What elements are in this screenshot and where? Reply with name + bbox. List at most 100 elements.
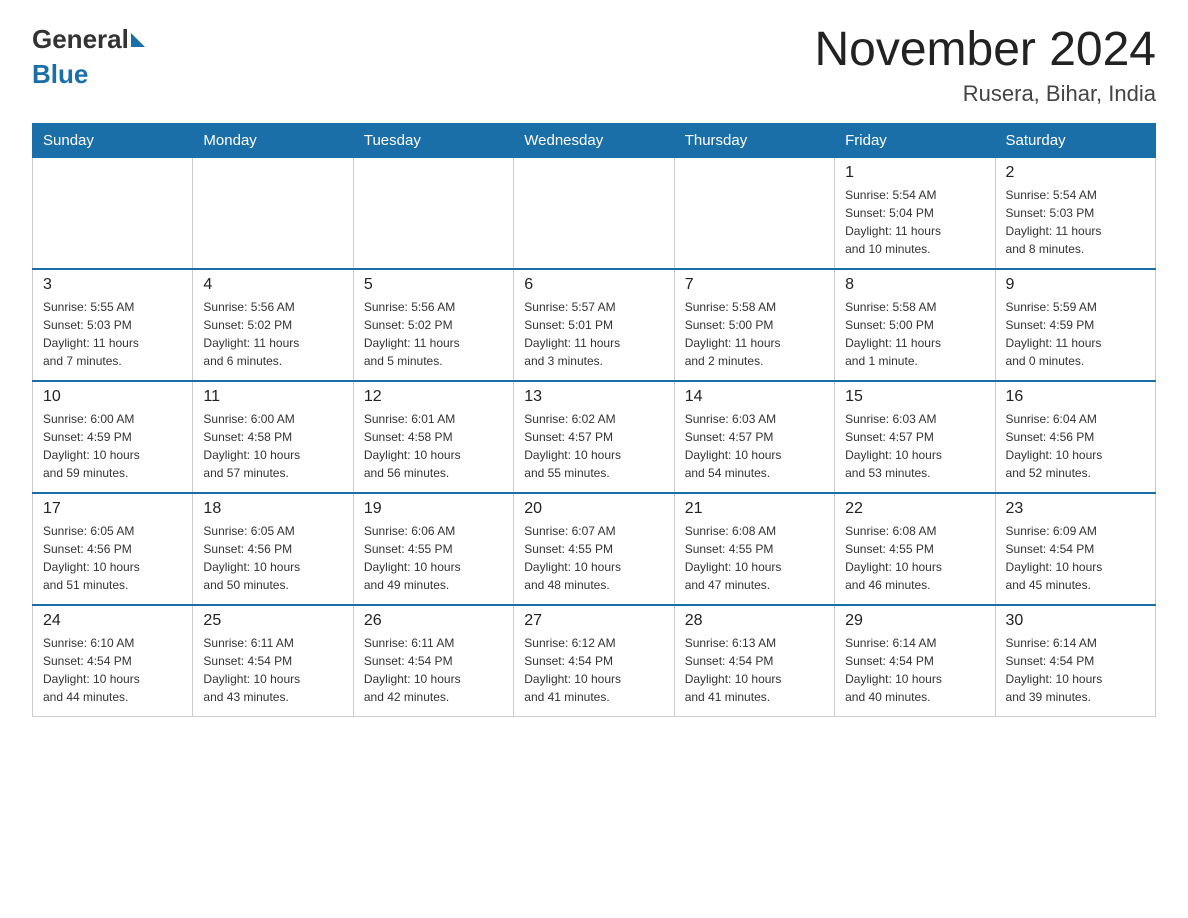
calendar-cell: 21 Sunrise: 6:08 AM Sunset: 4:55 PM Dayli… (674, 493, 834, 605)
calendar-cell: 30 Sunrise: 6:14 AM Sunset: 4:54 PM Dayli… (995, 605, 1155, 717)
day-info: Sunrise: 5:58 AM Sunset: 5:00 PM Dayligh… (685, 298, 824, 370)
day-info: Sunrise: 5:58 AM Sunset: 5:00 PM Dayligh… (845, 298, 984, 370)
calendar-header-row: SundayMondayTuesdayWednesdayThursdayFrid… (33, 123, 1156, 157)
calendar-cell: 15Sunrise: 6:03 AM Sunset: 4:57 PM Dayli… (835, 381, 995, 493)
calendar-cell: 29 Sunrise: 6:14 AM Sunset: 4:54 PM Dayli… (835, 605, 995, 717)
header-sunday: Sunday (33, 123, 193, 157)
day-info: Sunrise: 6:04 AM Sunset: 4:56 PM Dayligh… (1006, 410, 1145, 482)
calendar-week-row: 3 Sunrise: 5:55 AM Sunset: 5:03 PM Daylig… (33, 269, 1156, 381)
day-number: 11 (203, 388, 342, 406)
day-number: 23 (1006, 500, 1145, 518)
title-block: November 2024 Rusera, Bihar, India (814, 24, 1156, 107)
calendar-cell: 20 Sunrise: 6:07 AM Sunset: 4:55 PM Dayli… (514, 493, 674, 605)
calendar-cell: 8 Sunrise: 5:58 AM Sunset: 5:00 PM Daylig… (835, 269, 995, 381)
calendar-week-row: 24 Sunrise: 6:10 AM Sunset: 4:54 PM Dayli… (33, 605, 1156, 717)
page-header: General Blue November 2024 Rusera, Bihar… (32, 24, 1156, 107)
day-number: 18 (203, 500, 342, 518)
day-info: Sunrise: 6:07 AM Sunset: 4:55 PM Dayligh… (524, 522, 663, 594)
day-number: 27 (524, 612, 663, 630)
day-number: 3 (43, 276, 182, 294)
day-info: Sunrise: 6:13 AM Sunset: 4:54 PM Dayligh… (685, 634, 824, 706)
day-number: 24 (43, 612, 182, 630)
calendar-cell: 4Sunrise: 5:56 AM Sunset: 5:02 PM Daylig… (193, 269, 353, 381)
logo-triangle-icon (131, 33, 145, 47)
day-number: 28 (685, 612, 824, 630)
calendar-cell (33, 157, 193, 269)
day-info: Sunrise: 5:59 AM Sunset: 4:59 PM Dayligh… (1006, 298, 1145, 370)
day-number: 4 (203, 276, 342, 294)
day-info: Sunrise: 6:14 AM Sunset: 4:54 PM Dayligh… (845, 634, 984, 706)
day-number: 8 (845, 276, 984, 294)
calendar-week-row: 1Sunrise: 5:54 AM Sunset: 5:04 PM Daylig… (33, 157, 1156, 269)
day-info: Sunrise: 6:10 AM Sunset: 4:54 PM Dayligh… (43, 634, 182, 706)
day-number: 30 (1006, 612, 1145, 630)
day-number: 1 (845, 164, 984, 182)
day-number: 7 (685, 276, 824, 294)
day-info: Sunrise: 6:12 AM Sunset: 4:54 PM Dayligh… (524, 634, 663, 706)
day-info: Sunrise: 6:08 AM Sunset: 4:55 PM Dayligh… (845, 522, 984, 594)
day-number: 29 (845, 612, 984, 630)
logo-text-general: General (32, 24, 129, 54)
calendar-cell: 11 Sunrise: 6:00 AM Sunset: 4:58 PM Dayli… (193, 381, 353, 493)
calendar-cell: 13 Sunrise: 6:02 AM Sunset: 4:57 PM Dayli… (514, 381, 674, 493)
day-info: Sunrise: 6:06 AM Sunset: 4:55 PM Dayligh… (364, 522, 503, 594)
header-saturday: Saturday (995, 123, 1155, 157)
calendar-cell: 6Sunrise: 5:57 AM Sunset: 5:01 PM Daylig… (514, 269, 674, 381)
day-number: 19 (364, 500, 503, 518)
day-number: 12 (364, 388, 503, 406)
calendar-title: November 2024 (814, 24, 1156, 77)
day-info: Sunrise: 6:11 AM Sunset: 4:54 PM Dayligh… (203, 634, 342, 706)
day-number: 10 (43, 388, 182, 406)
calendar-cell: 24 Sunrise: 6:10 AM Sunset: 4:54 PM Dayli… (33, 605, 193, 717)
day-number: 25 (203, 612, 342, 630)
header-wednesday: Wednesday (514, 123, 674, 157)
day-info: Sunrise: 6:05 AM Sunset: 4:56 PM Dayligh… (43, 522, 182, 594)
logo: General Blue (32, 24, 145, 90)
day-info: Sunrise: 6:11 AM Sunset: 4:54 PM Dayligh… (364, 634, 503, 706)
day-info: Sunrise: 5:56 AM Sunset: 5:02 PM Dayligh… (364, 298, 503, 370)
calendar-cell: 2 Sunrise: 5:54 AM Sunset: 5:03 PM Daylig… (995, 157, 1155, 269)
logo-text-blue: Blue (32, 59, 145, 90)
day-number: 2 (1006, 164, 1145, 182)
calendar-cell: 1Sunrise: 5:54 AM Sunset: 5:04 PM Daylig… (835, 157, 995, 269)
day-info: Sunrise: 6:03 AM Sunset: 4:57 PM Dayligh… (845, 410, 984, 482)
day-number: 5 (364, 276, 503, 294)
header-friday: Friday (835, 123, 995, 157)
header-tuesday: Tuesday (353, 123, 513, 157)
calendar-cell: 26Sunrise: 6:11 AM Sunset: 4:54 PM Dayli… (353, 605, 513, 717)
header-thursday: Thursday (674, 123, 834, 157)
calendar-cell (193, 157, 353, 269)
calendar-cell: 25 Sunrise: 6:11 AM Sunset: 4:54 PM Dayli… (193, 605, 353, 717)
day-number: 21 (685, 500, 824, 518)
day-number: 16 (1006, 388, 1145, 406)
header-monday: Monday (193, 123, 353, 157)
calendar-cell (674, 157, 834, 269)
day-info: Sunrise: 5:55 AM Sunset: 5:03 PM Dayligh… (43, 298, 182, 370)
day-number: 9 (1006, 276, 1145, 294)
day-number: 14 (685, 388, 824, 406)
calendar-cell: 18 Sunrise: 6:05 AM Sunset: 4:56 PM Dayli… (193, 493, 353, 605)
day-info: Sunrise: 6:09 AM Sunset: 4:54 PM Dayligh… (1006, 522, 1145, 594)
calendar-cell: 19 Sunrise: 6:06 AM Sunset: 4:55 PM Dayli… (353, 493, 513, 605)
calendar-week-row: 10Sunrise: 6:00 AM Sunset: 4:59 PM Dayli… (33, 381, 1156, 493)
day-info: Sunrise: 6:14 AM Sunset: 4:54 PM Dayligh… (1006, 634, 1145, 706)
day-info: Sunrise: 5:54 AM Sunset: 5:03 PM Dayligh… (1006, 186, 1145, 258)
day-info: Sunrise: 6:02 AM Sunset: 4:57 PM Dayligh… (524, 410, 663, 482)
day-number: 17 (43, 500, 182, 518)
calendar-cell (514, 157, 674, 269)
day-number: 6 (524, 276, 663, 294)
calendar-cell: 9 Sunrise: 5:59 AM Sunset: 4:59 PM Daylig… (995, 269, 1155, 381)
day-info: Sunrise: 6:00 AM Sunset: 4:58 PM Dayligh… (203, 410, 342, 482)
day-info: Sunrise: 6:01 AM Sunset: 4:58 PM Dayligh… (364, 410, 503, 482)
calendar-cell: 22 Sunrise: 6:08 AM Sunset: 4:55 PM Dayli… (835, 493, 995, 605)
calendar-cell: 28 Sunrise: 6:13 AM Sunset: 4:54 PM Dayli… (674, 605, 834, 717)
day-number: 13 (524, 388, 663, 406)
day-info: Sunrise: 6:03 AM Sunset: 4:57 PM Dayligh… (685, 410, 824, 482)
day-info: Sunrise: 6:08 AM Sunset: 4:55 PM Dayligh… (685, 522, 824, 594)
calendar-cell: 27 Sunrise: 6:12 AM Sunset: 4:54 PM Dayli… (514, 605, 674, 717)
calendar-week-row: 17 Sunrise: 6:05 AM Sunset: 4:56 PM Dayli… (33, 493, 1156, 605)
day-info: Sunrise: 6:05 AM Sunset: 4:56 PM Dayligh… (203, 522, 342, 594)
day-number: 22 (845, 500, 984, 518)
day-number: 20 (524, 500, 663, 518)
calendar-cell: 10Sunrise: 6:00 AM Sunset: 4:59 PM Dayli… (33, 381, 193, 493)
